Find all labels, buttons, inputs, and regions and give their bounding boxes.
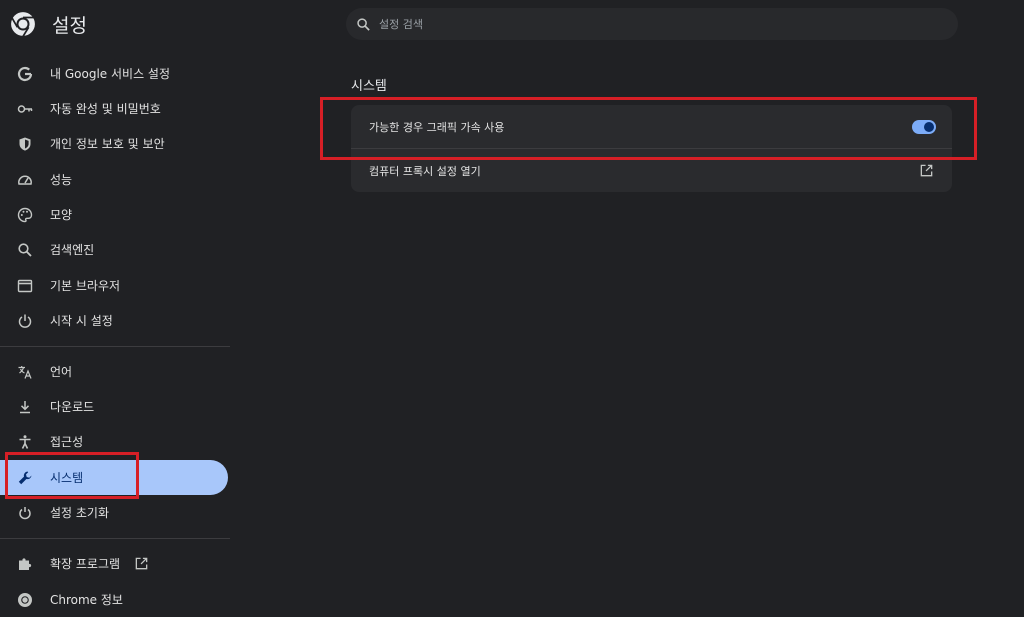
sidebar-item-label: 기본 브라우저 bbox=[50, 279, 121, 293]
sidebar-item-on-startup[interactable]: 시작 시 설정 bbox=[0, 303, 228, 338]
chrome-logo-icon bbox=[11, 12, 35, 37]
reset-icon bbox=[16, 504, 34, 522]
google-icon bbox=[16, 65, 34, 83]
sidebar-item-label: 언어 bbox=[50, 365, 73, 379]
highlight-box bbox=[5, 452, 139, 499]
proxy-settings-label: 컴퓨터 프록시 설정 열기 bbox=[369, 164, 481, 178]
sidebar-item-performance[interactable]: 성능 bbox=[0, 162, 228, 197]
sidebar-item-about-chrome[interactable]: Chrome 정보 bbox=[0, 582, 228, 617]
download-icon bbox=[16, 398, 34, 416]
sidebar-item-label: 다운로드 bbox=[50, 400, 95, 414]
search-input[interactable] bbox=[377, 16, 941, 32]
sidebar-item-label: 설정 초기화 bbox=[50, 506, 110, 520]
sidebar-item-label: 접근성 bbox=[50, 435, 84, 449]
chrome-icon bbox=[16, 591, 34, 609]
external-link-icon bbox=[134, 556, 150, 572]
sidebar: 설정 내 Google 서비스 설정 자동 완성 및 비밀번호 개인 정보 보호… bbox=[0, 0, 240, 608]
palette-icon bbox=[16, 206, 34, 224]
sidebar-item-label: 확장 프로그램 bbox=[50, 557, 121, 571]
shield-icon bbox=[16, 135, 34, 153]
translate-icon bbox=[16, 363, 34, 381]
external-link-icon[interactable] bbox=[919, 163, 934, 178]
sidebar-divider bbox=[0, 346, 230, 347]
sidebar-item-appearance[interactable]: 모양 bbox=[0, 197, 228, 232]
sidebar-item-downloads[interactable]: 다운로드 bbox=[0, 389, 228, 424]
sidebar-item-label: 시작 시 설정 bbox=[50, 314, 113, 328]
sidebar-item-label: 모양 bbox=[50, 208, 73, 222]
power-icon bbox=[16, 312, 34, 330]
search-icon bbox=[16, 241, 34, 259]
accessibility-icon bbox=[16, 433, 34, 451]
sidebar-item-label: 검색엔진 bbox=[50, 243, 95, 257]
highlight-box bbox=[320, 97, 977, 160]
sidebar-item-label: 개인 정보 보호 및 보안 bbox=[50, 137, 165, 151]
sidebar-item-default-browser[interactable]: 기본 브라우저 bbox=[0, 268, 228, 303]
sidebar-item-label: 자동 완성 및 비밀번호 bbox=[50, 102, 161, 116]
puzzle-icon bbox=[16, 555, 34, 573]
sidebar-item-privacy[interactable]: 개인 정보 보호 및 보안 bbox=[0, 126, 228, 161]
section-title: 시스템 bbox=[351, 79, 387, 94]
sidebar-item-label: 내 Google 서비스 설정 bbox=[50, 67, 171, 81]
sidebar-item-autofill[interactable]: 자동 완성 및 비밀번호 bbox=[0, 91, 228, 126]
page-title: 설정 bbox=[52, 14, 87, 37]
sidebar-item-label: Chrome 정보 bbox=[50, 593, 123, 607]
settings-header: 설정 bbox=[10, 8, 87, 40]
sidebar-item-languages[interactable]: 언어 bbox=[0, 354, 228, 389]
browser-window-icon bbox=[16, 277, 34, 295]
sidebar-item-extensions[interactable]: 확장 프로그램 bbox=[0, 546, 228, 581]
search-bar[interactable] bbox=[346, 8, 958, 40]
search-icon bbox=[357, 17, 370, 31]
sidebar-item-google-services[interactable]: 내 Google 서비스 설정 bbox=[0, 56, 228, 91]
sidebar-item-label: 성능 bbox=[50, 173, 73, 187]
speedometer-icon bbox=[16, 171, 34, 189]
sidebar-divider bbox=[0, 538, 230, 539]
sidebar-item-search-engine[interactable]: 검색엔진 bbox=[0, 232, 228, 267]
sidebar-item-reset-settings[interactable]: 설정 초기화 bbox=[0, 495, 228, 530]
key-icon bbox=[16, 100, 34, 118]
